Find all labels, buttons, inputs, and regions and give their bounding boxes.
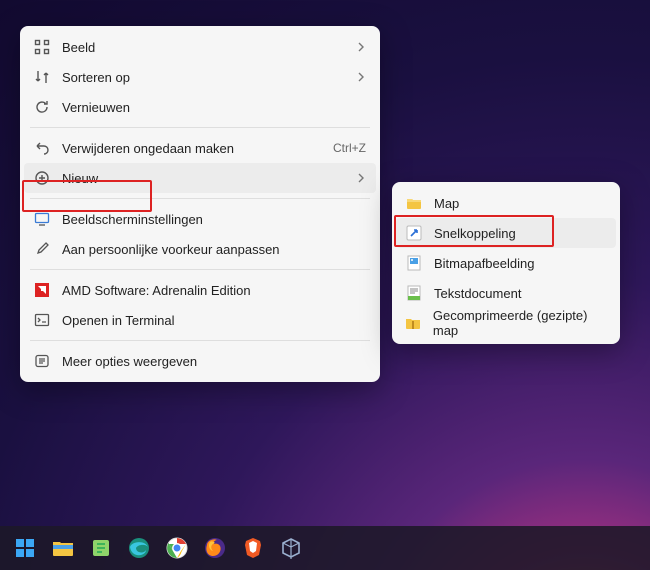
taskbar-firefox-icon[interactable] bbox=[202, 535, 228, 561]
taskbar-chrome-icon[interactable] bbox=[164, 535, 190, 561]
menu-label: Aan persoonlijke voorkeur aanpassen bbox=[62, 242, 366, 257]
menu-separator bbox=[30, 269, 370, 270]
brush-icon bbox=[32, 240, 52, 258]
more-options-icon bbox=[32, 352, 52, 370]
menu-item-terminal[interactable]: Openen in Terminal bbox=[24, 305, 376, 335]
taskbar-edge-icon[interactable] bbox=[126, 535, 152, 561]
undo-icon bbox=[32, 139, 52, 157]
menu-label: Gecomprimeerde (gezipte) map bbox=[433, 308, 606, 338]
menu-item-view[interactable]: Beeld bbox=[24, 32, 376, 62]
menu-item-refresh[interactable]: Vernieuwen bbox=[24, 92, 376, 122]
menu-item-new[interactable]: Nieuw bbox=[24, 163, 376, 193]
menu-label: Map bbox=[434, 196, 606, 211]
submenu-item-compressed[interactable]: Gecomprimeerde (gezipte) map bbox=[396, 308, 616, 338]
zip-folder-icon bbox=[404, 314, 423, 332]
menu-label: Bitmapafbeelding bbox=[434, 256, 606, 271]
menu-accelerator: Ctrl+Z bbox=[333, 141, 366, 155]
menu-label: AMD Software: Adrenalin Edition bbox=[62, 283, 366, 298]
menu-label: Vernieuwen bbox=[62, 100, 366, 115]
menu-label: Verwijderen ongedaan maken bbox=[62, 141, 325, 156]
menu-separator bbox=[30, 127, 370, 128]
submenu-item-bitmap[interactable]: Bitmapafbeelding bbox=[396, 248, 616, 278]
plus-circle-icon bbox=[32, 169, 52, 187]
sort-icon bbox=[32, 68, 52, 86]
context-menu: Beeld Sorteren op Vernieuwen V bbox=[20, 26, 380, 382]
terminal-icon bbox=[32, 311, 52, 329]
taskbar-notepadpp-icon[interactable] bbox=[88, 535, 114, 561]
menu-item-display-settings[interactable]: Beeldscherminstellingen bbox=[24, 204, 376, 234]
chevron-right-icon bbox=[356, 42, 366, 52]
folder-icon bbox=[404, 194, 424, 212]
submenu-item-textdoc[interactable]: Tekstdocument bbox=[396, 278, 616, 308]
bitmap-icon bbox=[404, 254, 424, 272]
refresh-icon bbox=[32, 98, 52, 116]
taskbar-explorer-icon[interactable] bbox=[50, 535, 76, 561]
shortcut-icon bbox=[404, 224, 424, 242]
menu-separator bbox=[30, 340, 370, 341]
menu-label: Meer opties weergeven bbox=[62, 354, 366, 369]
menu-label: Openen in Terminal bbox=[62, 313, 366, 328]
chevron-right-icon bbox=[356, 173, 366, 183]
taskbar bbox=[0, 526, 650, 570]
chevron-right-icon bbox=[356, 72, 366, 82]
menu-separator bbox=[30, 198, 370, 199]
display-icon bbox=[32, 210, 52, 228]
menu-item-undo[interactable]: Verwijderen ongedaan maken Ctrl+Z bbox=[24, 133, 376, 163]
taskbar-virtualbox-icon[interactable] bbox=[278, 535, 304, 561]
textdoc-icon bbox=[404, 284, 424, 302]
menu-label: Snelkoppeling bbox=[434, 226, 606, 241]
menu-item-amd[interactable]: AMD Software: Adrenalin Edition bbox=[24, 275, 376, 305]
menu-label: Sorteren op bbox=[62, 70, 356, 85]
menu-label: Beeldscherminstellingen bbox=[62, 212, 366, 227]
menu-label: Tekstdocument bbox=[434, 286, 606, 301]
grid-icon bbox=[32, 38, 52, 56]
menu-item-personalize[interactable]: Aan persoonlijke voorkeur aanpassen bbox=[24, 234, 376, 264]
menu-item-more-options[interactable]: Meer opties weergeven bbox=[24, 346, 376, 376]
amd-icon bbox=[32, 281, 52, 299]
submenu-item-shortcut[interactable]: Snelkoppeling bbox=[396, 218, 616, 248]
submenu-item-folder[interactable]: Map bbox=[396, 188, 616, 218]
menu-item-sort[interactable]: Sorteren op bbox=[24, 62, 376, 92]
menu-label: Nieuw bbox=[62, 171, 356, 186]
new-submenu: Map Snelkoppeling Bitmapafbeelding Tekst… bbox=[392, 182, 620, 344]
start-button[interactable] bbox=[12, 535, 38, 561]
taskbar-brave-icon[interactable] bbox=[240, 535, 266, 561]
menu-label: Beeld bbox=[62, 40, 356, 55]
